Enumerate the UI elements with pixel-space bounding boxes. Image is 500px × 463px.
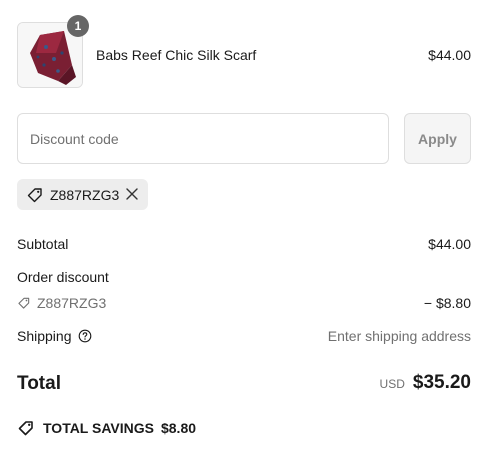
order-discount-label: Order discount	[17, 269, 109, 285]
discount-form: Apply	[17, 113, 471, 164]
discount-code-input[interactable]	[17, 113, 389, 164]
line-item: 1 Babs Reef Chic Silk Scarf $44.00	[17, 15, 471, 88]
savings-label: TOTAL SAVINGS	[43, 420, 154, 436]
product-price: $44.00	[428, 47, 471, 63]
applied-code: Z887RZG3	[50, 186, 120, 203]
tag-icon	[18, 297, 30, 309]
applied-discount-chip: Z887RZG3	[17, 179, 148, 210]
subtotal-value: $44.00	[428, 236, 471, 252]
quantity-badge: 1	[67, 15, 89, 37]
total-savings: TOTAL SAVINGS $8.80	[17, 419, 196, 437]
subtotal-label: Subtotal	[17, 236, 69, 252]
apply-button[interactable]: Apply	[404, 113, 471, 164]
tag-icon	[27, 187, 42, 202]
currency-code: USD	[379, 377, 405, 391]
tag-icon	[18, 421, 33, 436]
help-icon[interactable]	[78, 329, 92, 343]
shipping-label: Shipping	[17, 328, 72, 344]
discount-value: − $8.80	[423, 295, 471, 311]
product-name: Babs Reef Chic Silk Scarf	[96, 47, 257, 63]
total-value: $35.20	[412, 372, 471, 393]
total-row: Total USD $35.20	[17, 372, 471, 398]
remove-discount-button[interactable]	[125, 187, 139, 201]
total-label: Total	[17, 373, 61, 394]
discount-code-label: Z887RZG3	[37, 295, 107, 311]
savings-value: $8.80	[160, 420, 197, 436]
shipping-value: Enter shipping address	[327, 328, 471, 344]
